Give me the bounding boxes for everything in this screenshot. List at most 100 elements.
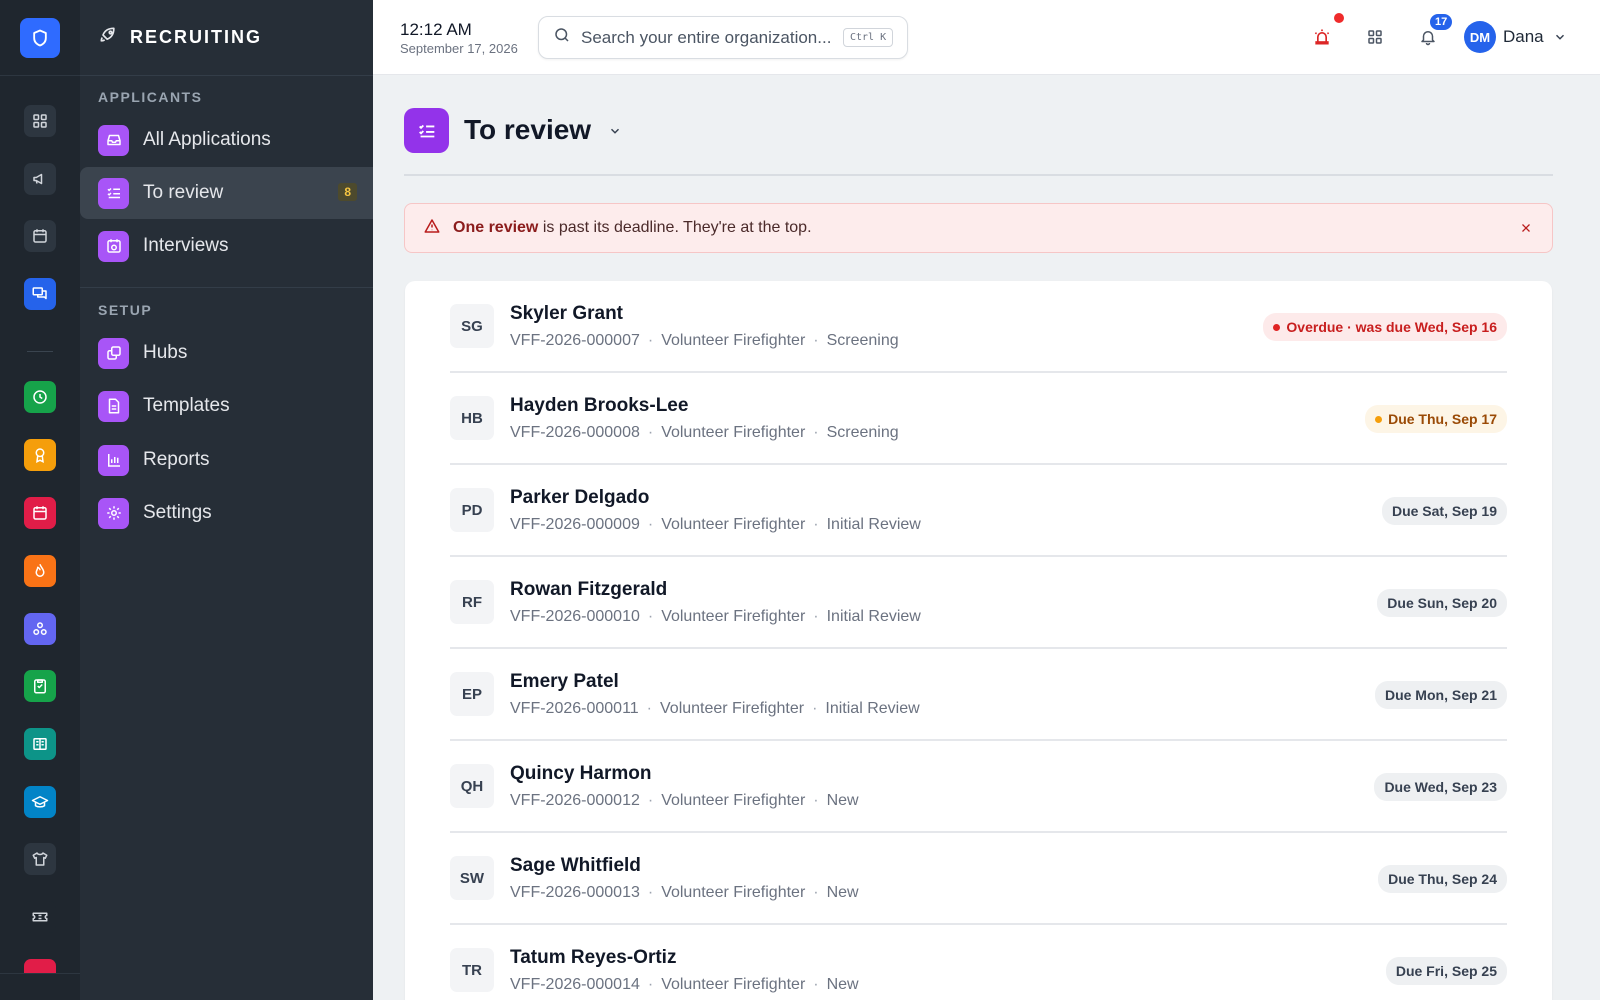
sidebar-item-settings[interactable]: Settings xyxy=(80,487,373,539)
applicant-position: Volunteer Firefighter xyxy=(661,424,806,441)
sidebar-item-templates[interactable]: Templates xyxy=(80,380,373,432)
applicant-id: VFF-2026-000014 xyxy=(510,976,640,993)
table-row[interactable]: EP Emery Patel VFF-2026-000011 · Voluntee… xyxy=(450,649,1507,741)
applicant-stage: New xyxy=(826,884,859,901)
applicant-initials: QH xyxy=(450,764,494,808)
due-text: Due Mon, Sep 21 xyxy=(1384,687,1497,703)
calendar-icon[interactable] xyxy=(24,220,56,252)
table-row[interactable]: RF Rowan Fitzgerald VFF-2026-000010 · Vol… xyxy=(450,557,1507,649)
applicant-initials: PD xyxy=(450,488,494,532)
flame-icon[interactable] xyxy=(24,555,56,587)
page-title[interactable]: To review xyxy=(464,114,591,146)
applicant-initials: TR xyxy=(450,948,494,992)
deadline-alert: One review is past its deadline. They're… xyxy=(404,203,1553,253)
applicant-name[interactable]: Hayden Brooks-Lee xyxy=(510,395,688,417)
applicant-meta: VFF-2026-000008 · Volunteer Firefighter · … xyxy=(510,424,899,441)
review-list-card: SG Skyler Grant VFF-2026-000007 · Volunte… xyxy=(405,281,1552,1000)
applicant-name[interactable]: Tatum Reyes-Ortiz xyxy=(510,947,676,969)
apps-grid-icon[interactable] xyxy=(1363,25,1387,49)
sidebar-item-all-applications[interactable]: All Applications xyxy=(80,114,373,166)
alert-text: is past its deadline. They're at the top… xyxy=(538,219,812,236)
app-rail xyxy=(0,0,80,1000)
rail-divider xyxy=(27,351,53,352)
due-text: Due Sun, Sep 20 xyxy=(1387,595,1497,611)
gear-icon xyxy=(98,497,129,529)
applicant-position: Volunteer Firefighter xyxy=(660,700,805,717)
clipboard-check-icon[interactable] xyxy=(24,670,56,702)
applicant-id: VFF-2026-000010 xyxy=(510,608,640,625)
sidebar-item-to-review[interactable]: To review 8 xyxy=(80,167,373,219)
sidebar-item-interviews[interactable]: Interviews xyxy=(80,220,373,272)
applicant-initials: EP xyxy=(450,672,494,716)
close-icon[interactable] xyxy=(1518,220,1534,236)
applicant-initials: SG xyxy=(450,304,494,348)
user-name[interactable]: Dana xyxy=(1503,27,1544,47)
applicant-id: VFF-2026-000007 xyxy=(510,332,640,349)
warning-triangle-icon xyxy=(423,217,441,240)
chat-icon[interactable] xyxy=(24,278,56,310)
shirt-icon[interactable] xyxy=(24,843,56,875)
applicant-initials: SW xyxy=(450,856,494,900)
hub-icon[interactable] xyxy=(24,613,56,645)
rail-bottom-divider xyxy=(0,973,80,974)
book-icon[interactable] xyxy=(24,728,56,760)
user-avatar[interactable]: DM xyxy=(1464,21,1496,53)
graduation-cap-icon[interactable] xyxy=(24,786,56,818)
shield-logo-icon[interactable] xyxy=(20,17,60,58)
clock-icon[interactable] xyxy=(24,381,56,413)
applicant-position: Volunteer Firefighter xyxy=(661,516,806,533)
applicant-position: Volunteer Firefighter xyxy=(661,332,806,349)
due-text: Due Thu, Sep 17 xyxy=(1388,411,1497,427)
applicant-stage: Screening xyxy=(826,424,899,441)
sidebar: RECRUITING APPLICANTS All Applications T… xyxy=(80,0,373,1000)
applicant-meta: VFF-2026-000010 · Volunteer Firefighter · … xyxy=(510,608,921,625)
search-input[interactable] xyxy=(581,27,833,48)
emergency-alert-icon[interactable] xyxy=(1310,25,1334,49)
applicant-name[interactable]: Emery Patel xyxy=(510,671,619,693)
chevron-down-icon[interactable] xyxy=(1553,30,1567,49)
table-row[interactable]: SW Sage Whitfield VFF-2026-000013 · Volun… xyxy=(450,833,1507,925)
alert-app-icon[interactable] xyxy=(24,959,56,973)
applicant-name[interactable]: Rowan Fitzgerald xyxy=(510,579,667,601)
due-badge: Overdue · was due Wed, Sep 16 xyxy=(1263,313,1507,341)
sidebar-item-label: Reports xyxy=(143,449,210,470)
table-row[interactable]: HB Hayden Brooks-Lee VFF-2026-000008 · Vo… xyxy=(450,373,1507,465)
table-row[interactable]: QH Quincy Harmon VFF-2026-000012 · Volunt… xyxy=(450,741,1507,833)
applicant-stage: Initial Review xyxy=(826,516,921,533)
sidebar-item-hubs[interactable]: Hubs xyxy=(80,327,373,379)
applicant-stage: Initial Review xyxy=(826,608,921,625)
sidebar-item-label: Interviews xyxy=(143,235,229,256)
search-box[interactable]: Ctrl K xyxy=(538,16,908,59)
inbox-icon xyxy=(98,124,129,156)
applicant-name[interactable]: Parker Delgado xyxy=(510,487,649,509)
ticket-icon[interactable] xyxy=(24,901,56,933)
section-heading-applicants: APPLICANTS xyxy=(98,89,203,105)
applicant-id: VFF-2026-000009 xyxy=(510,516,640,533)
chevron-down-icon[interactable] xyxy=(608,124,622,143)
sidebar-item-label: Templates xyxy=(143,395,230,416)
applicant-name[interactable]: Sage Whitfield xyxy=(510,855,641,877)
rocket-icon xyxy=(98,25,118,50)
search-shortcut-hint: Ctrl K xyxy=(843,28,894,47)
table-row[interactable]: TR Tatum Reyes-Ortiz VFF-2026-000014 · Vo… xyxy=(450,925,1507,1000)
calendar-event-icon[interactable] xyxy=(24,497,56,529)
applicant-name[interactable]: Skyler Grant xyxy=(510,303,623,325)
table-row[interactable]: SG Skyler Grant VFF-2026-000007 · Volunte… xyxy=(450,281,1507,373)
dashboard-icon[interactable] xyxy=(24,105,56,137)
due-badge: Due Thu, Sep 24 xyxy=(1378,865,1507,893)
due-badge: Due Sun, Sep 20 xyxy=(1377,589,1507,617)
sidebar-divider xyxy=(80,287,373,288)
megaphone-icon[interactable] xyxy=(24,163,56,195)
sidebar-item-reports[interactable]: Reports xyxy=(80,434,373,486)
table-row[interactable]: PD Parker Delgado VFF-2026-000009 · Volun… xyxy=(450,465,1507,557)
alert-message: One review is past its deadline. They're… xyxy=(453,219,812,237)
review-count-badge: 8 xyxy=(338,183,357,201)
award-icon[interactable] xyxy=(24,439,56,471)
document-icon xyxy=(98,390,129,422)
due-badge: Due Sat, Sep 19 xyxy=(1381,497,1507,525)
applicant-name[interactable]: Quincy Harmon xyxy=(510,763,651,785)
applicant-meta: VFF-2026-000011 · Volunteer Firefighter · … xyxy=(510,700,920,717)
page-checklist-icon xyxy=(404,108,449,153)
due-badge: Due Wed, Sep 23 xyxy=(1374,773,1507,801)
sidebar-item-label: Settings xyxy=(143,502,212,523)
